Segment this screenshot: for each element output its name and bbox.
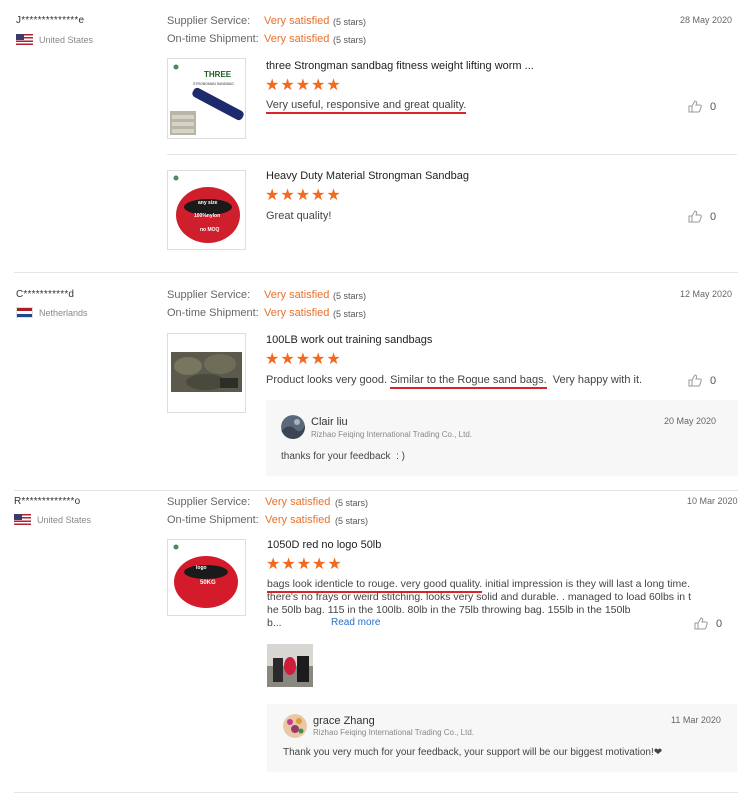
like-count: 0 <box>716 617 723 630</box>
product-image-label: logo <box>196 565 207 571</box>
like-button[interactable]: 0 <box>694 617 722 630</box>
reviewer-name: R*************o <box>14 496 81 507</box>
like-button[interactable]: 0 <box>688 210 716 223</box>
review-date: 10 Mar 2020 <box>687 496 738 506</box>
supplier-service-label: Supplier Service: <box>167 15 251 27</box>
review-text-highlight: Similar to the Rogue sand bags. <box>390 374 547 389</box>
reply-author: Clair liu <box>311 416 348 428</box>
stars-note: (5 stars) <box>333 35 367 45</box>
reply-company: Rizhao Feiqing International Trading Co.… <box>311 430 472 439</box>
ontime-shipment-value: Very satisfied <box>264 33 330 45</box>
reviewer-country: United States <box>14 514 91 525</box>
review-date: 28 May 2020 <box>680 15 733 25</box>
read-more-link[interactable]: Read more <box>331 617 380 628</box>
product-image-sublabel: STRONGMAN SANDBAG <box>193 82 234 86</box>
stars-note: (5 stars) <box>333 17 367 27</box>
review-divider <box>14 272 738 273</box>
product-title[interactable]: 1050D red no logo 50lb <box>267 539 381 551</box>
product-image-sublabel: no MOQ <box>200 227 220 233</box>
review-text-part: Product looks very good. <box>266 374 391 386</box>
stars-note: (5 stars) <box>333 309 367 319</box>
divider <box>167 154 737 155</box>
supplier-reply: grace Zhang Rizhao Feiqing International… <box>267 704 737 772</box>
reviewer-country: United States <box>16 34 93 45</box>
review-date: 12 May 2020 <box>680 289 733 299</box>
product-image-label: THREE <box>204 70 232 79</box>
product-image[interactable]: logo 50KG <box>167 539 246 616</box>
supplier-reply: Clair liu Rizhao Feiqing International T… <box>266 400 738 476</box>
reply-company: Rizhao Feiqing International Trading Co.… <box>313 728 474 737</box>
reply-text: thanks for your feedback : ) <box>281 451 405 462</box>
review-text: Great quality! <box>266 210 332 222</box>
product-image[interactable] <box>167 333 246 413</box>
supplier-service-value: Very satisfied <box>264 289 330 301</box>
rating-stars: ★★★★★ <box>266 556 343 573</box>
like-count: 0 <box>710 374 717 387</box>
supplier-service-value: Very satisfied <box>265 496 331 508</box>
stars-note: (5 stars) <box>335 498 369 508</box>
reviewer-name: C***********d <box>16 289 75 300</box>
review-text-part: b... <box>267 617 282 629</box>
review-text-part: Very happy with it. <box>546 374 643 386</box>
review-photo[interactable] <box>267 644 313 687</box>
us-flag-icon <box>16 34 33 45</box>
review-text-part: there's no frays or weird stitching. loo… <box>267 591 691 603</box>
country-label: United States <box>39 34 94 45</box>
like-count: 0 <box>710 210 717 223</box>
supplier-avatar <box>283 714 307 738</box>
country-label: Netherlands <box>39 307 88 318</box>
review-divider <box>14 490 738 491</box>
product-title[interactable]: 100LB work out training sandbags <box>266 334 432 346</box>
supplier-avatar <box>281 415 305 439</box>
thumbs-up-icon <box>688 210 702 223</box>
rating-stars: ★★★★★ <box>265 351 342 368</box>
review-divider <box>14 792 738 793</box>
reviewer-country: Netherlands <box>16 307 88 318</box>
reply-date: 11 Mar 2020 <box>671 715 721 725</box>
reply-date: 20 May 2020 <box>664 416 717 426</box>
review-text-part: initial impression is they will last a l… <box>482 578 690 590</box>
stars-note: (5 stars) <box>333 291 367 301</box>
supplier-service-label: Supplier Service: <box>167 496 251 508</box>
product-image[interactable]: THREE STRONGMAN SANDBAG <box>167 58 246 139</box>
ontime-shipment-value: Very satisfied <box>264 307 330 319</box>
product-image-sublabel: 50KG <box>200 580 216 586</box>
review-text: Very useful, responsive and great qualit… <box>266 99 467 114</box>
review-text-part: he 50lb bag. 115 in the 100lb. 80lb in t… <box>267 604 631 616</box>
thumbs-up-icon <box>688 100 702 113</box>
ontime-shipment-label: On-time Shipment: <box>167 33 259 45</box>
reviewer-name: J**************e <box>16 15 85 26</box>
ontime-shipment-label: On-time Shipment: <box>167 514 259 526</box>
thumbs-up-icon <box>688 374 702 387</box>
rating-stars: ★★★★★ <box>265 187 342 204</box>
ontime-shipment-label: On-time Shipment: <box>167 307 259 319</box>
review-text: Product looks very good. Similar to the … <box>266 374 643 389</box>
product-title[interactable]: three Strongman sandbag fitness weight l… <box>266 60 534 72</box>
rating-stars: ★★★★★ <box>265 77 342 94</box>
thumbs-up-icon <box>694 617 708 630</box>
ontime-shipment-value: Very satisfied <box>265 514 331 526</box>
like-button[interactable]: 0 <box>688 374 716 387</box>
us-flag-icon <box>14 514 31 525</box>
stars-note: (5 stars) <box>335 516 369 526</box>
country-label: United States <box>37 514 92 525</box>
review-text-highlight: Very useful, responsive and great qualit… <box>266 99 467 114</box>
reply-author: grace Zhang <box>313 715 375 727</box>
like-button[interactable]: 0 <box>688 100 716 113</box>
product-image-sublabel: 100%nylon <box>194 213 220 219</box>
supplier-service-value: Very satisfied <box>264 15 330 27</box>
netherlands-flag-icon <box>16 307 33 318</box>
like-count: 0 <box>710 100 717 113</box>
product-title[interactable]: Heavy Duty Material Strongman Sandbag <box>266 170 469 182</box>
reply-text: Thank you very much for your feedback, y… <box>283 747 663 758</box>
product-image[interactable]: any size 100%nylon no MOQ <box>167 170 246 250</box>
supplier-service-label: Supplier Service: <box>167 289 251 301</box>
product-image-label: any size <box>198 200 218 206</box>
